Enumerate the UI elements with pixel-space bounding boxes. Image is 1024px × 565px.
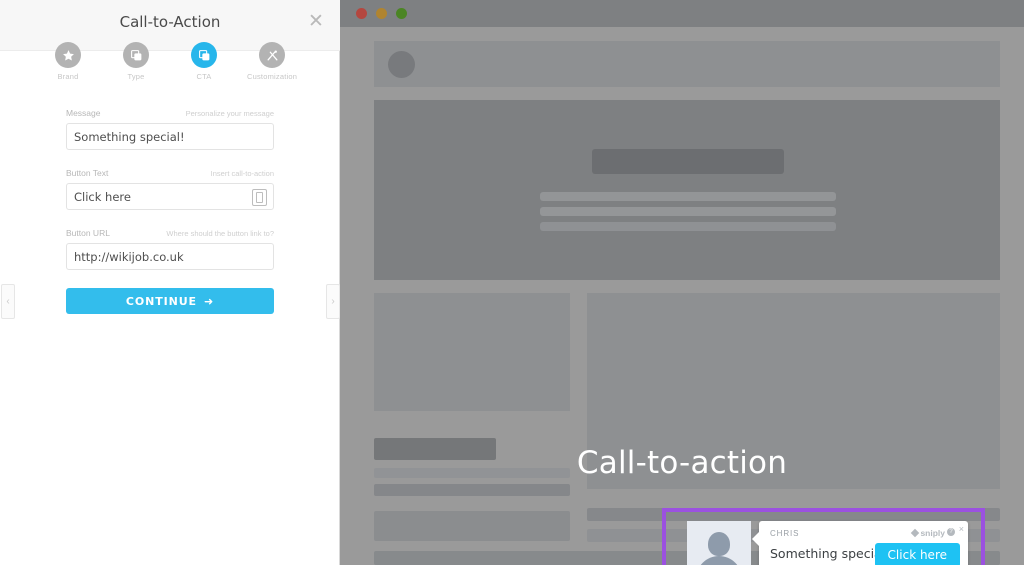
field-header: Button URL Where should the button link … bbox=[66, 228, 274, 238]
snippet-message: Something special! bbox=[770, 546, 891, 561]
wireframe-left-column bbox=[374, 293, 570, 411]
window-maximize-dot[interactable] bbox=[396, 8, 407, 19]
window-close-dot[interactable] bbox=[356, 8, 367, 19]
wireframe-hero-title bbox=[592, 149, 784, 174]
browser-title-bar bbox=[340, 0, 1024, 27]
avatar-head-icon bbox=[708, 532, 730, 556]
close-icon[interactable]: ✕ bbox=[305, 11, 327, 33]
step-customization[interactable]: Customization bbox=[247, 42, 297, 86]
step-type[interactable]: Type bbox=[111, 42, 161, 86]
snippet-cta-button[interactable]: Click here bbox=[874, 543, 960, 565]
message-input-value: Something special! bbox=[74, 129, 185, 144]
cta-form: Message Personalize your message Somethi… bbox=[66, 108, 274, 314]
cta-overlay-caption: Call-to-action bbox=[576, 445, 788, 481]
avatar bbox=[687, 521, 751, 565]
window-minimize-dot[interactable] bbox=[376, 8, 387, 19]
sniply-bubble: CHRIS sniply ? × Something special! Clic… bbox=[752, 521, 968, 565]
field-button-url: Button URL Where should the button link … bbox=[66, 228, 274, 270]
wireframe-logo bbox=[388, 51, 415, 78]
star-icon bbox=[55, 42, 81, 68]
step-wizard: Brand Type CTA Customization bbox=[0, 42, 340, 86]
button-url-input[interactable]: http://wikijob.co.uk bbox=[66, 243, 274, 270]
step-label: Type bbox=[127, 72, 145, 81]
browser-preview: Call-to-action CHRIS sniply ? × Somethin… bbox=[340, 0, 1024, 565]
step-label: Brand bbox=[57, 72, 79, 81]
field-label: Button URL bbox=[66, 228, 110, 238]
continue-label: CONTINUE bbox=[125, 294, 197, 308]
button-text-input-value: Click here bbox=[74, 189, 131, 204]
step-cta[interactable]: CTA bbox=[179, 42, 229, 86]
arrow-right-icon: ➜ bbox=[203, 294, 215, 308]
editor-panel: Call-to-Action ✕ Brand Type CTA Customiz… bbox=[0, 0, 340, 565]
page-title: Call-to-Action bbox=[119, 13, 221, 31]
wireframe-hero-line bbox=[540, 192, 836, 201]
message-input[interactable]: Something special! bbox=[66, 123, 274, 150]
continue-button[interactable]: CONTINUE ➜ bbox=[66, 288, 274, 314]
sniply-brand[interactable]: sniply bbox=[911, 528, 945, 538]
button-text-input[interactable]: Click here bbox=[66, 183, 274, 210]
brand-label: sniply bbox=[920, 528, 945, 538]
field-header: Message Personalize your message bbox=[66, 108, 274, 118]
field-hint: Personalize your message bbox=[185, 109, 274, 118]
wireframe-hero-line bbox=[540, 222, 836, 231]
tools-icon bbox=[259, 42, 285, 68]
field-header: Button Text Insert call-to-action bbox=[66, 168, 274, 178]
book-icon[interactable] bbox=[252, 189, 267, 206]
field-message: Message Personalize your message Somethi… bbox=[66, 108, 274, 150]
wireframe-block bbox=[374, 511, 570, 541]
wireframe-text-line bbox=[374, 484, 570, 496]
field-label: Message bbox=[66, 108, 101, 118]
wireframe-page: Call-to-action CHRIS sniply ? × Somethin… bbox=[340, 27, 1024, 565]
layers-icon bbox=[123, 42, 149, 68]
avatar-body-icon bbox=[696, 556, 742, 565]
field-hint: Insert call-to-action bbox=[210, 169, 274, 178]
step-brand[interactable]: Brand bbox=[43, 42, 93, 86]
step-label: CTA bbox=[196, 72, 212, 81]
chevron-left-icon[interactable]: ‹ bbox=[1, 284, 15, 319]
wireframe-hero-line bbox=[540, 207, 836, 216]
layers-icon bbox=[191, 42, 217, 68]
field-button-text: Button Text Insert call-to-action Click … bbox=[66, 168, 274, 210]
wireframe-hero bbox=[374, 100, 1000, 280]
sniply-widget[interactable]: CHRIS sniply ? × Something special! Clic… bbox=[687, 521, 968, 565]
field-hint: Where should the button link to? bbox=[166, 229, 274, 238]
chevron-right-icon[interactable]: › bbox=[326, 284, 340, 319]
button-url-input-value: http://wikijob.co.uk bbox=[74, 249, 184, 264]
step-label: Customization bbox=[247, 72, 298, 81]
wireframe-navbar bbox=[374, 41, 1000, 87]
field-label: Button Text bbox=[66, 168, 109, 178]
close-icon[interactable]: × bbox=[959, 525, 964, 534]
profile-name: CHRIS bbox=[770, 529, 800, 538]
diamond-icon bbox=[911, 528, 920, 538]
help-icon[interactable]: ? bbox=[947, 528, 955, 536]
